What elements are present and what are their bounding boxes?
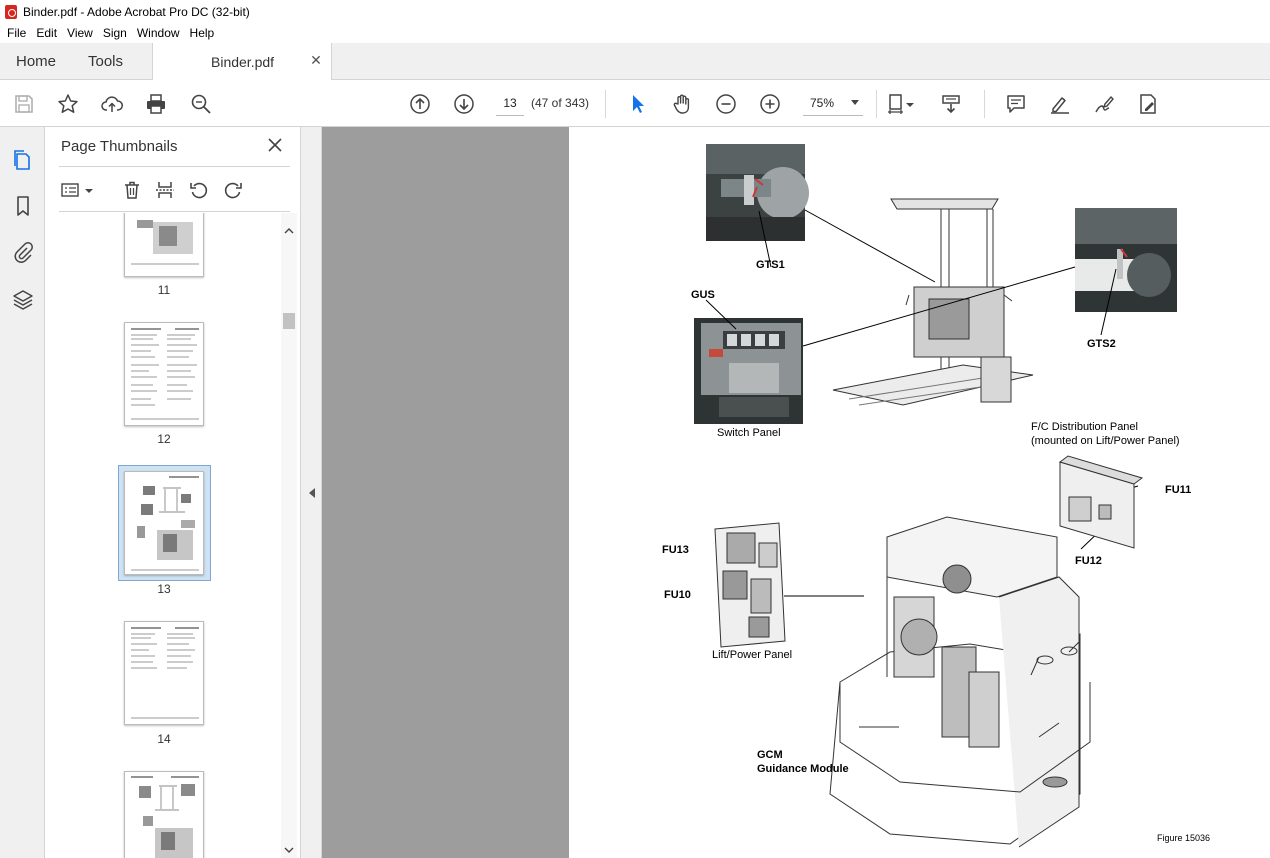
label-fc-panel-line1: F/C Distribution Panel: [1031, 421, 1138, 433]
truck-body: [829, 516, 1091, 848]
page-thumbnail[interactable]: [124, 771, 204, 858]
document-view[interactable]: GTS1 GUS GTS2 Switch Panel F/C Distribut…: [322, 127, 1270, 858]
page-thumbnail[interactable]: [124, 213, 204, 277]
layers-icon[interactable]: [10, 287, 36, 313]
tab-document[interactable]: Binder.pdf ✕: [152, 43, 332, 80]
divider: [59, 211, 290, 212]
thumbnail-scrollbar[interactable]: [281, 213, 297, 858]
tab-home[interactable]: Home: [16, 43, 56, 80]
next-page-icon[interactable]: [451, 91, 477, 117]
draw-signature-icon[interactable]: [1091, 91, 1117, 117]
bookmarks-icon[interactable]: [10, 193, 36, 219]
chevron-down-icon: [851, 100, 859, 105]
previous-page-icon[interactable]: [407, 91, 433, 117]
page-number-input[interactable]: [496, 90, 524, 116]
label-fu10: FU10: [664, 589, 691, 601]
thumbnail-options-icon[interactable]: [59, 177, 81, 203]
scroll-mode-icon[interactable]: [938, 91, 964, 117]
window-title: Binder.pdf - Adobe Acrobat Pro DC (32-bi…: [23, 4, 250, 19]
print-icon[interactable]: [143, 91, 169, 117]
zoom-level-value: 75%: [810, 95, 835, 110]
menu-view[interactable]: View: [62, 26, 98, 40]
page-thumbnail-selected[interactable]: [124, 471, 204, 575]
page-thumbnail[interactable]: [124, 322, 204, 426]
navigation-rail: [0, 127, 45, 858]
menu-bar: File Edit View Sign Window Help: [0, 23, 1270, 43]
thumbnail-page-number: 12: [157, 432, 171, 446]
label-switch-panel: Switch Panel: [717, 427, 781, 439]
acrobat-app-icon: [5, 4, 17, 19]
thumbnail-page-number: 13: [157, 582, 171, 596]
save-icon[interactable]: [11, 91, 37, 117]
page-thumbnails-icon[interactable]: [10, 147, 36, 173]
pdf-page: GTS1 GUS GTS2 Switch Panel F/C Distribut…: [569, 127, 1270, 858]
panel-collapse-handle[interactable]: [301, 127, 322, 858]
label-gcm: GCM: [757, 749, 783, 761]
label-gus: GUS: [691, 289, 715, 301]
menu-edit[interactable]: Edit: [31, 26, 62, 40]
label-guidance-module: Guidance Module: [757, 763, 849, 775]
attachments-paperclip-icon[interactable]: [10, 239, 36, 265]
thumbnail-list: 11 12 13 14: [45, 213, 281, 858]
toolbar-separator: [605, 90, 606, 118]
page-thumbnails-panel: Page Thumbnails 11 12 13 14: [45, 127, 301, 858]
label-gts2: GTS2: [1087, 338, 1116, 350]
label-fc-panel-line2: (mounted on Lift/Power Panel): [1031, 435, 1180, 447]
mast-drawing: [832, 198, 1034, 406]
title-bar: Binder.pdf - Adobe Acrobat Pro DC (32-bi…: [0, 0, 1270, 23]
scroll-down-icon[interactable]: [284, 842, 294, 853]
toolbar-separator: [876, 90, 877, 118]
upload-cloud-icon[interactable]: [99, 91, 125, 117]
toolbar-separator: [984, 90, 985, 118]
options-dropdown-icon[interactable]: [83, 177, 95, 203]
label-lift-power-panel: Lift/Power Panel: [712, 649, 793, 661]
rotate-clockwise-icon[interactable]: [220, 177, 246, 203]
zoom-out-icon[interactable]: [713, 91, 739, 117]
select-arrow-icon[interactable]: [625, 91, 651, 117]
lift-power-panel: [714, 522, 786, 648]
page-thumbnail[interactable]: [124, 621, 204, 725]
menu-help[interactable]: Help: [185, 26, 220, 40]
fc-distribution-panel: [1058, 455, 1144, 549]
switch-panel-photo: [694, 318, 803, 424]
label-fu12: FU12: [1075, 555, 1102, 567]
tab-tools[interactable]: Tools: [88, 43, 123, 80]
tab-document-label: Binder.pdf: [211, 53, 275, 70]
panel-title: Page Thumbnails: [61, 138, 178, 155]
label-fu11: FU11: [1165, 484, 1192, 496]
bookmark-star-icon[interactable]: [55, 91, 81, 117]
menu-sign[interactable]: Sign: [98, 26, 132, 40]
thumbnail-page-number: 14: [157, 732, 171, 746]
figure-number: Figure 15036: [1157, 833, 1211, 843]
close-panel-icon[interactable]: [266, 136, 284, 154]
menu-file[interactable]: File: [2, 26, 31, 40]
label-fu13: FU13: [662, 544, 689, 556]
divider: [59, 166, 290, 167]
zoom-in-icon[interactable]: [757, 91, 783, 117]
scroll-up-icon[interactable]: [284, 223, 294, 234]
hand-tool-icon[interactable]: [669, 91, 695, 117]
page-count-label: (47 of 343): [531, 96, 590, 110]
rotate-counterclockwise-icon[interactable]: [186, 177, 212, 203]
close-tab-icon[interactable]: ✕: [309, 53, 323, 67]
highlight-pen-icon[interactable]: [1047, 91, 1073, 117]
collapse-arrow-icon: [309, 488, 315, 498]
thumbnail-page-number: 11: [157, 283, 171, 297]
insert-page-icon[interactable]: [152, 177, 178, 203]
delete-page-icon[interactable]: [119, 177, 145, 203]
fill-sign-icon[interactable]: [1135, 91, 1161, 117]
main-toolbar: [0, 81, 1270, 127]
zoom-search-icon[interactable]: [188, 91, 214, 117]
tab-bar: Home Tools Binder.pdf ✕: [0, 43, 1270, 80]
zoom-level-select[interactable]: 75%: [803, 90, 863, 116]
menu-window[interactable]: Window: [132, 26, 185, 40]
fit-page-dropdown-icon[interactable]: [904, 91, 916, 117]
scrollbar-thumb[interactable]: [283, 313, 295, 329]
comment-icon[interactable]: [1003, 91, 1029, 117]
gts1-photo: [706, 144, 809, 241]
gts2-photo: [1075, 208, 1177, 312]
label-gts1: GTS1: [756, 259, 785, 271]
